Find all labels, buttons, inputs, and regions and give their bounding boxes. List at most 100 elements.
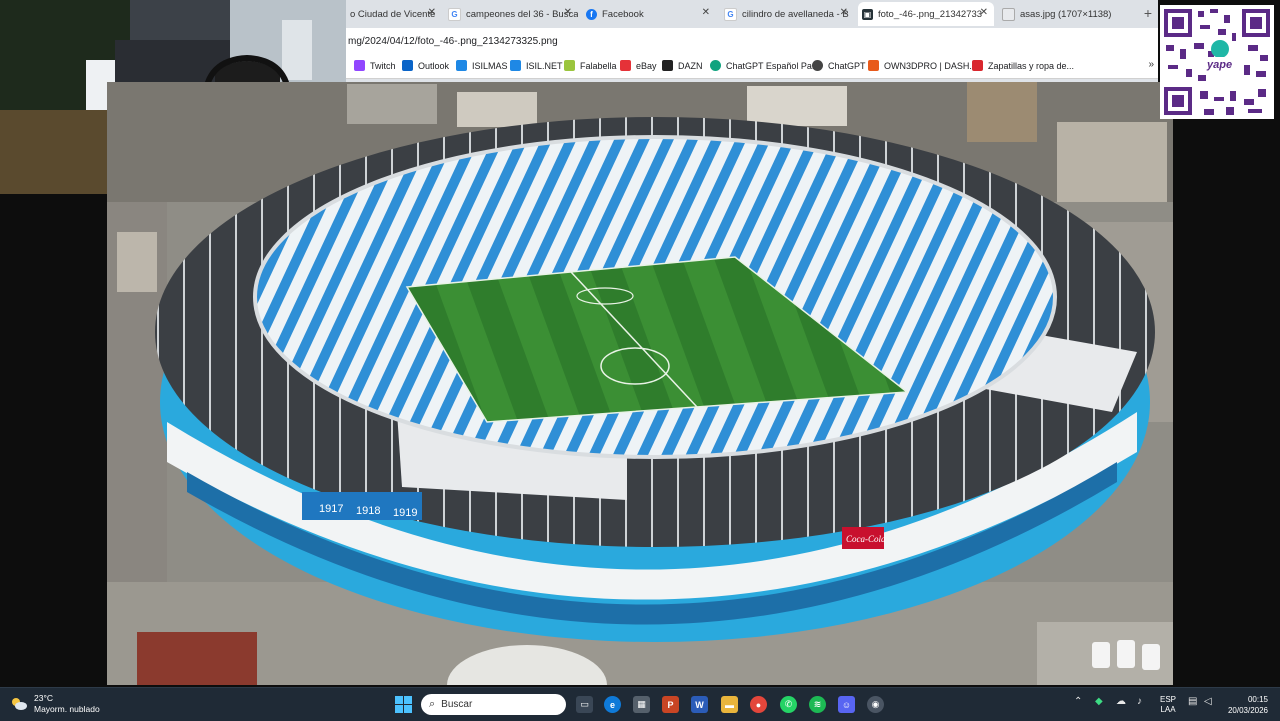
- volume-icon[interactable]: ◁: [1204, 696, 1212, 707]
- yape-qr-code: yape: [1160, 5, 1274, 119]
- bookmark-falabella[interactable]: Falabella: [564, 60, 617, 71]
- bookmark-label: ISIL.NET: [526, 60, 563, 71]
- bookmark-label: ChatGPT: [828, 60, 866, 71]
- whatsapp-icon[interactable]: ✆: [780, 696, 797, 713]
- clock-date: 20/03/2026: [1227, 706, 1268, 715]
- facebook-icon: f: [586, 8, 597, 20]
- tab-campeones-del-36[interactable]: G campeones del 36 - Busca ✕: [444, 2, 578, 26]
- tab-facebook[interactable]: f Facebook ✕: [582, 2, 716, 26]
- bookmarks-bar: Twitch Outlook ISILMAS ISIL.NET Falabell…: [346, 56, 1158, 79]
- bookmark-label: Outlook: [418, 60, 450, 71]
- tab-asas-jpg[interactable]: asas.jpg (1707×1138): [998, 2, 1134, 26]
- network-icon[interactable]: ▤: [1188, 696, 1197, 707]
- bookmark-dazn[interactable]: DAZN: [662, 60, 703, 71]
- language-code: ESP: [1160, 695, 1177, 704]
- chrome-icon[interactable]: ●: [750, 696, 767, 713]
- tab-title: foto_-46-.png_21342733: [878, 8, 983, 20]
- banner-year-1918: 1918: [356, 505, 380, 517]
- qr-code-icon: yape: [1160, 5, 1274, 119]
- isil-icon: [510, 60, 521, 71]
- bookmark-chatgpt[interactable]: ChatGPT: [812, 60, 866, 71]
- store-icon: [972, 60, 983, 71]
- chevron-up-icon[interactable]: ⌃: [1074, 696, 1082, 707]
- store-icon[interactable]: ▦: [633, 696, 650, 713]
- spotify-icon[interactable]: ≋: [809, 696, 826, 713]
- url-text[interactable]: mg/2024/04/12/foto_-46-.png_2134273325.p…: [348, 36, 558, 47]
- stadium-photo: 1917 1918 1919 Coca-Cola: [107, 82, 1173, 685]
- bookmark-label: Zapatillas y ropa de...: [988, 60, 1075, 71]
- tab-title: asas.jpg (1707×1138): [1020, 8, 1112, 20]
- language-layout: LAA: [1160, 705, 1176, 714]
- tab-title: cilindro de avellaneda - B: [742, 8, 849, 20]
- isil-icon: [456, 60, 467, 71]
- bookmark-twitch[interactable]: Twitch: [354, 60, 396, 71]
- bookmark-label: Falabella: [580, 60, 617, 71]
- chatgpt-icon: [812, 60, 823, 71]
- defender-icon[interactable]: ◆: [1095, 696, 1103, 707]
- bookmark-chatgpt-espanol[interactable]: ChatGPT Español Pa...: [710, 60, 819, 71]
- dazn-icon: [662, 60, 673, 71]
- own3d-icon: [868, 60, 879, 71]
- search-icon: ⌕: [429, 698, 436, 710]
- bookmark-isilmas[interactable]: ISILMAS: [456, 60, 508, 71]
- obs-icon[interactable]: ◉: [867, 696, 884, 713]
- clock-time: 00:15: [1247, 695, 1268, 704]
- file-explorer-icon[interactable]: ▬: [721, 696, 738, 713]
- bookmark-label: OWN3DPRO | DASH...: [884, 60, 977, 71]
- banner-year-1919: 1919: [393, 507, 417, 519]
- falabella-icon: [564, 60, 575, 71]
- bookmark-isil-net[interactable]: ISIL.NET: [510, 60, 563, 71]
- chatgpt-icon: [710, 60, 721, 71]
- bookmark-ebay[interactable]: eBay: [620, 60, 657, 71]
- bookmark-zapatillas[interactable]: Zapatillas y ropa de...: [972, 60, 1074, 71]
- cloud-sun-icon: [12, 698, 27, 710]
- bookmark-label: DAZN: [678, 60, 703, 71]
- close-tab-icon[interactable]: ✕: [980, 7, 988, 18]
- edge-icon[interactable]: e: [604, 696, 621, 713]
- tab-foto-46[interactable]: ▣ foto_-46-.png_21342733 ✕: [858, 2, 994, 26]
- sponsor-label: Coca-Cola: [846, 534, 886, 544]
- tab-cilindro-de-avellaneda[interactable]: G cilindro de avellaneda - B ✕: [720, 2, 854, 26]
- banner-year-1917: 1917: [319, 503, 343, 515]
- bookmark-label: Twitch: [370, 60, 396, 71]
- language-indicator[interactable]: ESP LAA: [1160, 695, 1176, 715]
- task-view-icon[interactable]: ▭: [576, 696, 593, 713]
- onedrive-icon[interactable]: ☁: [1116, 696, 1126, 707]
- tab-ciudad-de-vicente[interactable]: o Ciudad de Vicente ✕: [346, 2, 442, 26]
- google-icon: G: [448, 7, 461, 21]
- outlook-icon: [402, 60, 413, 71]
- new-tab-icon[interactable]: +: [1144, 5, 1152, 21]
- weather-condition: Mayorm. nublado: [34, 704, 100, 714]
- address-bar[interactable]: mg/2024/04/12/foto_-46-.png_2134273325.p…: [346, 28, 1158, 56]
- bookmark-label: ISILMAS: [472, 60, 508, 71]
- discord-icon[interactable]: ☺: [838, 696, 855, 713]
- powerpoint-icon[interactable]: P: [662, 696, 679, 713]
- search-placeholder: Buscar: [441, 699, 473, 710]
- taskbar-search[interactable]: ⌕ Buscar: [421, 694, 566, 715]
- bookmark-outlook[interactable]: Outlook: [402, 60, 449, 71]
- weather-text: 23°C Mayorm. nublado: [34, 693, 100, 715]
- word-icon[interactable]: W: [691, 696, 708, 713]
- twitch-icon: [354, 60, 365, 71]
- bookmark-label: eBay: [636, 60, 657, 71]
- taskbar: 23°C Mayorm. nublado ⌕ Buscar ▭ e ▦ P W …: [0, 687, 1280, 721]
- qr-brand: yape: [1206, 59, 1232, 71]
- close-tab-icon[interactable]: ✕: [702, 7, 710, 18]
- tab-title: Facebook: [602, 8, 644, 20]
- google-icon: G: [724, 7, 737, 21]
- close-tab-icon[interactable]: ✕: [840, 7, 848, 18]
- close-tab-icon[interactable]: ✕: [428, 7, 436, 18]
- clock[interactable]: 00:15 20/03/2026: [1226, 694, 1268, 716]
- close-tab-icon[interactable]: ✕: [564, 7, 572, 18]
- tab-bar: o Ciudad de Vicente ✕ G campeones del 36…: [346, 0, 1158, 28]
- bookmark-label: ChatGPT Español Pa...: [726, 60, 820, 71]
- more-bookmarks-icon[interactable]: »: [1148, 59, 1154, 70]
- microphone-icon[interactable]: ♪: [1137, 696, 1142, 707]
- windows-start-icon[interactable]: [395, 696, 412, 713]
- page-icon: [1002, 7, 1015, 21]
- temperature: 23°C: [34, 693, 53, 703]
- weather-widget[interactable]: 23°C Mayorm. nublado: [10, 693, 100, 715]
- ebay-icon: [620, 60, 631, 71]
- bookmark-own3dpro[interactable]: OWN3DPRO | DASH...: [868, 60, 977, 71]
- image-icon: ▣: [862, 8, 873, 20]
